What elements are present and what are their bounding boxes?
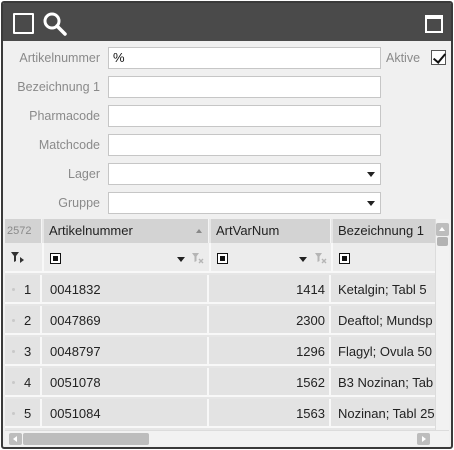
chevron-down-icon	[367, 172, 375, 177]
filter-operator-icon[interactable]	[339, 253, 350, 264]
cell-bezeichnung[interactable]: Ketalgin; Tabl 5	[333, 275, 435, 304]
filter-cell-bezeichnung[interactable]	[333, 243, 435, 273]
table-row[interactable]: 1 0041832 1414 Ketalgin; Tabl 5	[5, 275, 435, 304]
column-header-label: Bezeichnung 1	[338, 223, 425, 238]
column-header-artikelnummer[interactable]: Artikelnummer	[44, 219, 209, 243]
filter-cell-artvarnum[interactable]	[211, 243, 333, 273]
filter-row	[5, 243, 435, 273]
cell-artvarnum[interactable]: 1562	[211, 368, 331, 397]
search-form: Artikelnummer % Aktive Bezeichnung 1 Pha…	[3, 41, 451, 219]
row-indicator-icon	[12, 319, 15, 322]
filter-cell-artikelnummer[interactable]	[44, 243, 211, 273]
column-header-label: ArtVarNum	[216, 223, 280, 238]
scroll-right-icon[interactable]	[417, 433, 430, 445]
cell-artvarnum[interactable]: 1296	[211, 337, 331, 366]
cell-artvarnum[interactable]: 2300	[211, 306, 331, 335]
select-all-icon[interactable]	[13, 13, 34, 34]
clear-filter-icon[interactable]	[192, 252, 204, 264]
row-number: 1	[24, 282, 32, 297]
artikelnummer-label: Artikelnummer	[19, 51, 100, 65]
row-number: 3	[24, 344, 32, 359]
cell-artikelnummer[interactable]: 0041832	[44, 275, 209, 304]
cell-artikelnummer[interactable]: 0051084	[44, 399, 209, 428]
matchcode-input[interactable]	[108, 134, 381, 156]
cell-artvarnum[interactable]: 1563	[211, 399, 331, 428]
filter-operator-icon[interactable]	[217, 253, 228, 264]
row-index: 3	[5, 337, 42, 366]
chevron-down-icon[interactable]	[299, 257, 307, 262]
table-row[interactable]: 4 0051078 1562 B3 Nozinan; Tab	[5, 368, 435, 397]
aktive-label: Aktive	[386, 51, 421, 65]
row-number: 4	[24, 375, 32, 390]
row-indicator-icon	[12, 381, 15, 384]
row-index: 1	[5, 275, 42, 304]
aktive-checkbox[interactable]	[431, 50, 446, 65]
horizontal-scroll-thumb[interactable]	[23, 433, 149, 445]
titlebar	[3, 3, 451, 41]
row-indicator-icon	[12, 412, 15, 415]
sort-ascending-icon	[196, 229, 202, 233]
cell-artikelnummer[interactable]: 0051078	[44, 368, 209, 397]
maximize-icon[interactable]	[425, 15, 443, 33]
cell-artikelnummer[interactable]: 0047869	[44, 306, 209, 335]
bezeichnung-input[interactable]	[108, 76, 381, 98]
scroll-up-icon[interactable]	[436, 223, 449, 236]
table-row[interactable]: 3 0048797 1296 Flagyl; Ovula 50	[5, 337, 435, 366]
matchcode-label: Matchcode	[38, 138, 100, 152]
lager-label: Lager	[68, 167, 100, 181]
cell-artvarnum[interactable]: 1414	[211, 275, 331, 304]
column-header-bezeichnung[interactable]: Bezeichnung 1	[333, 219, 435, 243]
gruppe-label: Gruppe	[58, 196, 100, 210]
lager-select[interactable]	[108, 163, 381, 185]
row-filter-cell	[5, 243, 44, 273]
chevron-down-icon[interactable]	[177, 257, 185, 262]
row-index: 2	[5, 306, 42, 335]
filter-operator-icon[interactable]	[50, 253, 61, 264]
filter-icon[interactable]	[11, 252, 25, 264]
cell-bezeichnung[interactable]: B3 Nozinan; Tab	[333, 368, 435, 397]
horizontal-scrollbar[interactable]	[5, 430, 449, 446]
cell-bezeichnung[interactable]: Nozinan; Tabl 25	[333, 399, 435, 428]
row-number: 2	[24, 313, 32, 328]
pharmacode-label: Pharmacode	[29, 109, 100, 123]
table-row[interactable]: 5 0051084 1563 Nozinan; Tabl 25	[5, 399, 435, 428]
scroll-left-icon[interactable]	[9, 433, 22, 445]
cell-bezeichnung[interactable]: Flagyl; Ovula 50	[333, 337, 435, 366]
vertical-scrollbar[interactable]	[435, 219, 449, 430]
cell-bezeichnung[interactable]: Deaftol; Mundsp	[333, 306, 435, 335]
article-grid: 2572 Artikelnummer ArtVarNum Bezeichnung…	[5, 219, 449, 446]
artikelnummer-input[interactable]: %	[108, 47, 381, 69]
row-indicator-icon	[12, 350, 15, 353]
row-number: 5	[24, 406, 32, 421]
cell-artikelnummer[interactable]: 0048797	[44, 337, 209, 366]
chevron-down-icon	[367, 201, 375, 206]
gruppe-select[interactable]	[108, 192, 381, 214]
article-search-window: Artikelnummer % Aktive Bezeichnung 1 Pha…	[1, 1, 453, 449]
bezeichnung-label: Bezeichnung 1	[17, 80, 100, 94]
clear-filter-icon[interactable]	[315, 252, 327, 264]
table-row[interactable]: 2 0047869 2300 Deaftol; Mundsp	[5, 306, 435, 335]
row-index: 4	[5, 368, 42, 397]
row-indicator-icon	[12, 288, 15, 291]
row-index: 5	[5, 399, 42, 428]
pharmacode-input[interactable]	[108, 105, 381, 127]
vertical-scroll-thumb[interactable]	[437, 237, 448, 246]
column-header-artvarnum[interactable]: ArtVarNum	[211, 219, 331, 243]
search-icon[interactable]	[42, 11, 68, 37]
column-header-label: Artikelnummer	[49, 223, 133, 238]
record-count: 2572	[5, 219, 42, 243]
